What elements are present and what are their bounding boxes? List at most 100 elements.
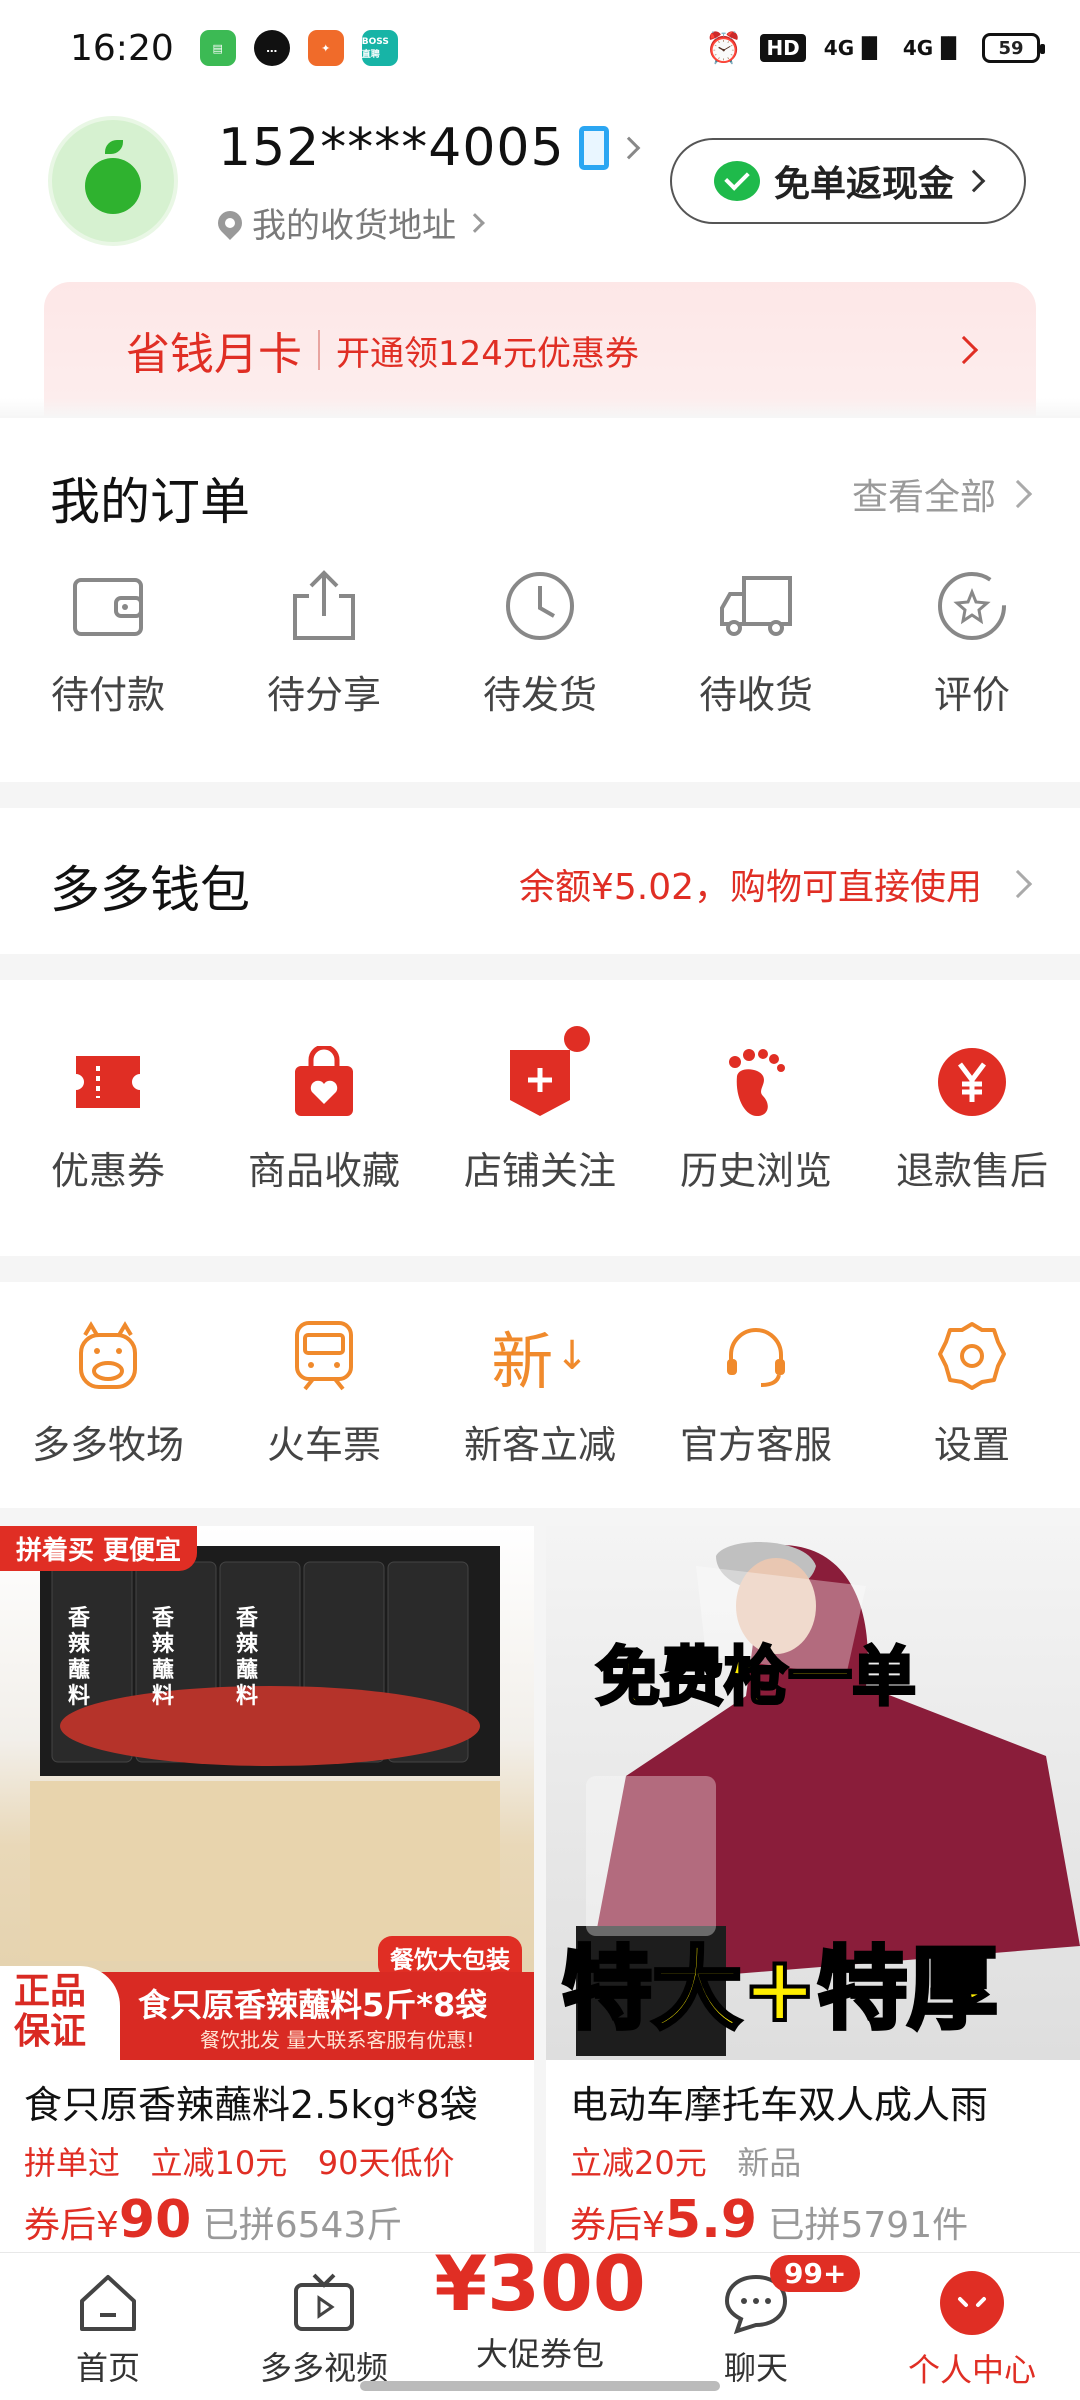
order-label: 评价 — [933, 673, 1010, 717]
service-label: 退款售后 — [895, 1149, 1048, 1193]
phone-number-row[interactable]: 152****4005 — [218, 118, 640, 178]
tool-label: 火车票 — [266, 1423, 381, 1467]
nav-home[interactable]: 首页 — [0, 2253, 216, 2400]
tool-settings[interactable]: 设置 — [864, 1316, 1080, 1469]
boss-app-icon: BOSS直聘 — [361, 30, 398, 66]
cashback-button[interactable]: 免单返现金 — [670, 138, 1026, 224]
nav-video[interactable]: 多多视频 — [216, 2253, 432, 2400]
product-card[interactable]: 免费枪一单 特大+特厚 电动车摩托车双人成人雨 立减20元 新品 券后¥5.9 … — [546, 1526, 1080, 2256]
chevron-right-icon — [949, 335, 979, 365]
chevron-right-icon — [962, 169, 986, 193]
service-label: 商品收藏 — [247, 1149, 400, 1193]
order-pending-receive[interactable]: 待收货 — [648, 566, 864, 719]
home-icon — [80, 2275, 136, 2331]
nav-label: 个人中心 — [907, 2351, 1036, 2389]
nav-label: 大促券包 — [475, 2335, 604, 2373]
wechat-icon — [713, 161, 760, 201]
address-link[interactable]: 我的收货地址 — [213, 198, 485, 247]
product-image[interactable]: 香辣蘸料 香辣蘸料 香辣蘸料 拼着买 更便宜 餐饮大包装 正品保证 食只原香辣蘸… — [0, 1526, 534, 2060]
service-refunds[interactable]: 退款售后 — [864, 1042, 1080, 1195]
order-pending-share[interactable]: 待分享 — [216, 566, 432, 719]
wallet-row[interactable]: 多多钱包 余额¥5.02，购物可直接使用 — [0, 808, 1080, 954]
nav-profile[interactable]: 个人中心 — [864, 2253, 1080, 2400]
banner-subtext: 餐饮批发 量大联系客服有优惠! — [200, 2028, 475, 2052]
gear-icon — [932, 1316, 1012, 1396]
cashback-label: 免单返现金 — [773, 164, 954, 205]
tool-train-tickets[interactable]: 火车票 — [216, 1316, 432, 1469]
tool-farm[interactable]: 多多牧场 — [0, 1316, 216, 1469]
video-icon — [294, 2273, 354, 2331]
services-section: 优惠券 商品收藏 店铺关注 历史浏览 退款售后 — [0, 980, 1080, 1256]
overlay-text-bottom: 特大+特厚 — [560, 1935, 999, 2044]
nav-label: 首页 — [75, 2349, 140, 2387]
status-bar: 16:20 ▤ … ✦ BOSS直聘 ⏰ HD 4G▐▌ 4G▐▌ 59 — [0, 0, 1080, 96]
order-label: 待分享 — [266, 673, 381, 717]
nav-coupon-pack[interactable]: ¥300 大促券包 — [432, 2239, 648, 2400]
yen-icon — [932, 1042, 1012, 1122]
tag: 立减20元 — [570, 2144, 707, 2182]
store-plus-icon — [500, 1026, 590, 1122]
profile-icon — [940, 2271, 1004, 2335]
month-card-subtitle: 开通领124元优惠券 — [336, 333, 639, 374]
new-icon: 新 ↓ — [491, 1316, 589, 1398]
order-pending-payment[interactable]: 待付款 — [0, 566, 216, 719]
profile-header: 152****4005 我的收货地址 免单返现金 — [0, 110, 1080, 270]
share-icon — [284, 566, 364, 646]
sold-count: 已拼5791件 — [768, 2205, 969, 2246]
product-card[interactable]: 香辣蘸料 香辣蘸料 香辣蘸料 拼着买 更便宜 餐饮大包装 正品保证 食只原香辣蘸… — [0, 1526, 534, 2256]
wallet-balance-text: 余额¥5.02，购物可直接使用 — [518, 867, 982, 908]
alarm-icon: ⏰ — [705, 30, 743, 66]
location-pin-icon — [213, 205, 247, 240]
truck-icon — [716, 566, 796, 646]
chevron-right-icon — [465, 212, 485, 233]
divider — [318, 330, 320, 370]
wallet-icon — [68, 566, 148, 646]
order-pending-ship[interactable]: 待发货 — [432, 566, 648, 719]
service-history[interactable]: 历史浏览 — [648, 1042, 864, 1195]
service-label: 历史浏览 — [679, 1149, 832, 1193]
service-label: 优惠券 — [50, 1149, 165, 1193]
chevron-right-icon — [1003, 869, 1033, 899]
product-name: 电动车摩托车双人成人雨 — [570, 2083, 989, 2127]
new-glyph: 新 — [491, 1325, 554, 1398]
phone-icon — [578, 126, 609, 170]
service-favorites[interactable]: 商品收藏 — [216, 1042, 432, 1195]
address-label: 我的收货地址 — [252, 206, 456, 246]
hd-badge: HD — [760, 34, 806, 62]
product-image[interactable]: 免费枪一单 特大+特厚 — [546, 1526, 1080, 2060]
tool-label: 设置 — [933, 1423, 1010, 1467]
service-followed-stores[interactable]: 店铺关注 — [432, 1026, 648, 1195]
tool-new-customer[interactable]: 新 ↓ 新客立减 — [432, 1316, 648, 1469]
month-card-title: 省钱月卡 — [126, 329, 302, 380]
promo-banner: 正品保证 食只原香辣蘸料5斤*8袋 餐饮批发 量大联系客服有优惠! — [0, 1966, 534, 2060]
product-name: 食只原香辣蘸料2.5kg*8袋 — [24, 2083, 478, 2127]
bag-heart-icon — [284, 1042, 364, 1122]
pack-label: 香辣蘸料 — [152, 1606, 175, 1709]
network-4g-icon: 4G▐▌ — [823, 36, 885, 60]
messages-app-icon: ▤ — [199, 30, 236, 66]
home-indicator — [360, 2381, 720, 2391]
order-label: 待收货 — [698, 673, 813, 717]
divider — [0, 1256, 1080, 1282]
apple-avatar-icon — [85, 140, 141, 214]
phone-number: 152****4005 — [218, 118, 565, 178]
battery-icon: 59 — [982, 33, 1045, 63]
view-all-label: 查看全部 — [851, 477, 996, 518]
nav-chat[interactable]: 99+ 聊天 — [648, 2253, 864, 2400]
avatar[interactable] — [48, 116, 178, 246]
tool-customer-service[interactable]: 官方客服 — [648, 1316, 864, 1469]
tools-section: 多多牧场 火车票 新 ↓ 新客立减 官方客服 设置 — [0, 1282, 1080, 1508]
chevron-right-icon — [617, 136, 640, 160]
price-value: 90 — [118, 2190, 192, 2250]
service-coupons[interactable]: 优惠券 — [0, 1042, 216, 1195]
footprint-icon — [716, 1042, 796, 1122]
order-status-grid: 待付款 待分享 待发货 待收货 评价 — [0, 566, 1080, 719]
view-all-orders-link[interactable]: 查看全部 — [851, 468, 1033, 520]
order-review[interactable]: 评价 — [864, 566, 1080, 719]
product-price: 券后¥90 已拼6543斤 — [24, 2190, 402, 2250]
tag: 拼单过 — [24, 2144, 121, 2182]
product-tags: 拼单过 立减10元 90天低价 — [24, 2138, 455, 2184]
chevron-right-icon — [1003, 479, 1033, 509]
headset-icon — [716, 1316, 796, 1396]
coupon-icon — [68, 1042, 148, 1122]
